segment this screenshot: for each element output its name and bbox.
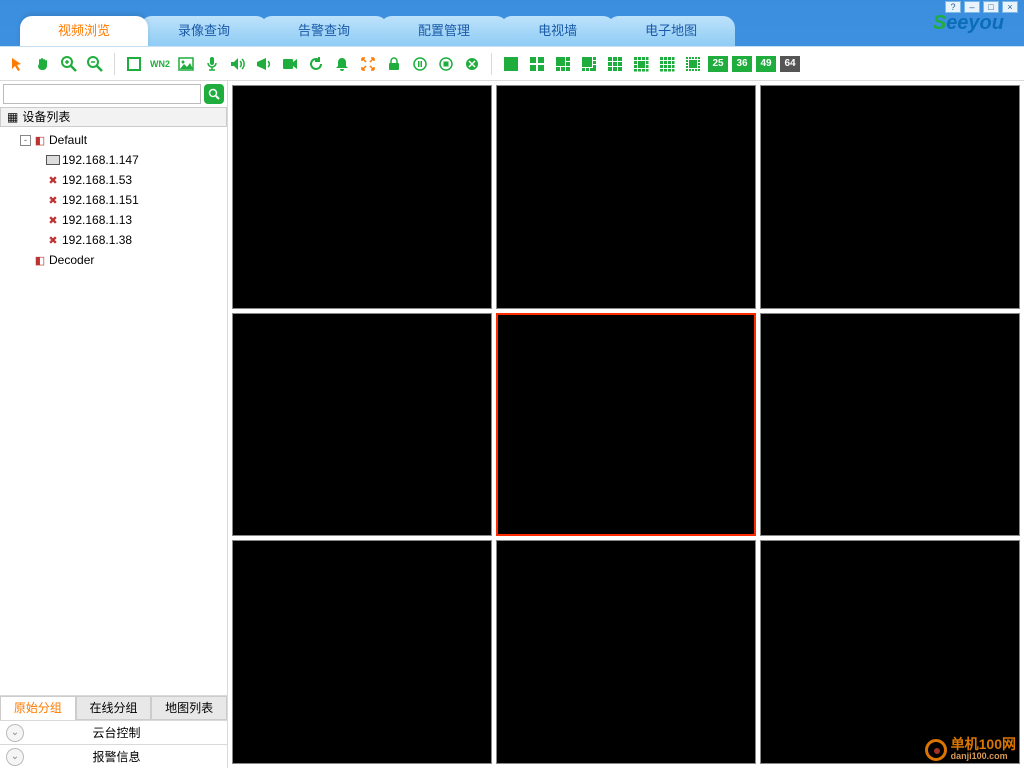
tab-video-preview[interactable]: 视频浏览 [20,16,148,46]
device-list-icon: ▦ [7,108,18,126]
expand-arrows-icon[interactable] [357,53,379,75]
record-icon[interactable] [279,53,301,75]
video-grid [232,85,1020,764]
expander-icon[interactable]: - [20,135,31,146]
close-all-icon[interactable] [461,53,483,75]
video-cell[interactable] [232,540,492,764]
tree-node-default[interactable]: - ◧ Default [0,130,227,150]
tab-emap[interactable]: 电子地图 [607,16,735,46]
separator [114,53,115,75]
chevron-down-icon: ⌄ [6,724,24,742]
tree-node-decoder[interactable]: ◧ Decoder [0,250,227,270]
toolbar: WN2 25 36 49 64 [0,47,1024,81]
pointer-tool-icon[interactable] [6,53,28,75]
layout-16-icon[interactable] [656,53,678,75]
accordion-ptz-control[interactable]: ⌄ 云台控制 [0,720,227,744]
video-cell[interactable] [760,85,1020,309]
camera-offline-icon: ✖ [46,173,60,187]
broadcast-icon[interactable] [253,53,275,75]
snapshot-icon[interactable] [175,53,197,75]
device-tree[interactable]: - ◧ Default 192.168.1.147 ✖ 192.168.1.53… [0,127,227,695]
refresh-icon[interactable] [305,53,327,75]
video-cell[interactable] [496,540,756,764]
group-icon: ◧ [33,133,47,147]
tree-node-device[interactable]: ✖ 192.168.1.53 [0,170,227,190]
layout-6-icon[interactable] [552,53,574,75]
tree-node-device[interactable]: ✖ 192.168.1.151 [0,190,227,210]
layout-20-icon[interactable] [682,53,704,75]
accordion-alarm-info[interactable]: ⌄ 报警信息 [0,744,227,768]
camera-offline-icon: ✖ [46,233,60,247]
window-titlebar: ? – □ × [0,0,1024,14]
fullscreen-icon[interactable] [123,53,145,75]
stop-icon[interactable] [435,53,457,75]
layout-49-button[interactable]: 49 [756,56,776,72]
subtab-map-list[interactable]: 地图列表 [151,696,227,720]
tab-alarm-query[interactable]: 告警查询 [260,16,388,46]
mic-icon[interactable] [201,53,223,75]
zoom-in-icon[interactable] [58,53,80,75]
separator [491,53,492,75]
device-search-input[interactable] [3,84,201,104]
layout-25-button[interactable]: 25 [708,56,728,72]
tree-node-device[interactable]: ✖ 192.168.1.13 [0,210,227,230]
dvr-icon [46,155,60,165]
video-cell[interactable] [232,313,492,537]
video-grid-wrapper [228,81,1024,768]
video-cell-selected[interactable] [496,313,756,537]
bell-icon[interactable] [331,53,353,75]
device-list-header: ▦ 设备列表 [0,107,227,127]
lock-icon[interactable] [383,53,405,75]
subtab-original-group[interactable]: 原始分组 [0,696,76,720]
layout-9-icon[interactable] [604,53,626,75]
tab-tv-wall[interactable]: 电视墙 [500,16,615,46]
close-button[interactable]: × [1002,1,1018,13]
sidebar: ▦ 设备列表 - ◧ Default 192.168.1.147 ✖ 192.1… [0,81,228,768]
layout-64-button[interactable]: 64 [780,56,800,72]
layout-8-icon[interactable] [578,53,600,75]
layout-13-icon[interactable] [630,53,652,75]
app-logo: Seeyou [933,12,1004,35]
speaker-icon[interactable] [227,53,249,75]
video-cell[interactable] [232,85,492,309]
layout-36-button[interactable]: 36 [732,56,752,72]
camera-offline-icon: ✖ [46,193,60,207]
tree-node-device[interactable]: ✖ 192.168.1.38 [0,230,227,250]
layout-1-icon[interactable] [500,53,522,75]
wn2-layout-icon[interactable]: WN2 [149,53,171,75]
tree-node-device[interactable]: 192.168.1.147 [0,150,227,170]
video-cell[interactable] [496,85,756,309]
hand-tool-icon[interactable] [32,53,54,75]
camera-offline-icon: ✖ [46,213,60,227]
sidebar-subtabs: 原始分组 在线分组 地图列表 [0,696,227,720]
layout-4-icon[interactable] [526,53,548,75]
pause-icon[interactable] [409,53,431,75]
subtab-online-group[interactable]: 在线分组 [76,696,152,720]
chevron-down-icon: ⌄ [6,748,24,766]
tab-recording-query[interactable]: 录像查询 [140,16,268,46]
group-icon: ◧ [33,253,47,267]
tab-config-manage[interactable]: 配置管理 [380,16,508,46]
video-cell[interactable] [760,313,1020,537]
main-tabstrip: 视频浏览 录像查询 告警查询 配置管理 电视墙 电子地图 Seeyou [0,14,1024,46]
video-cell[interactable] [760,540,1020,764]
zoom-out-icon[interactable] [84,53,106,75]
search-button[interactable] [204,84,224,104]
